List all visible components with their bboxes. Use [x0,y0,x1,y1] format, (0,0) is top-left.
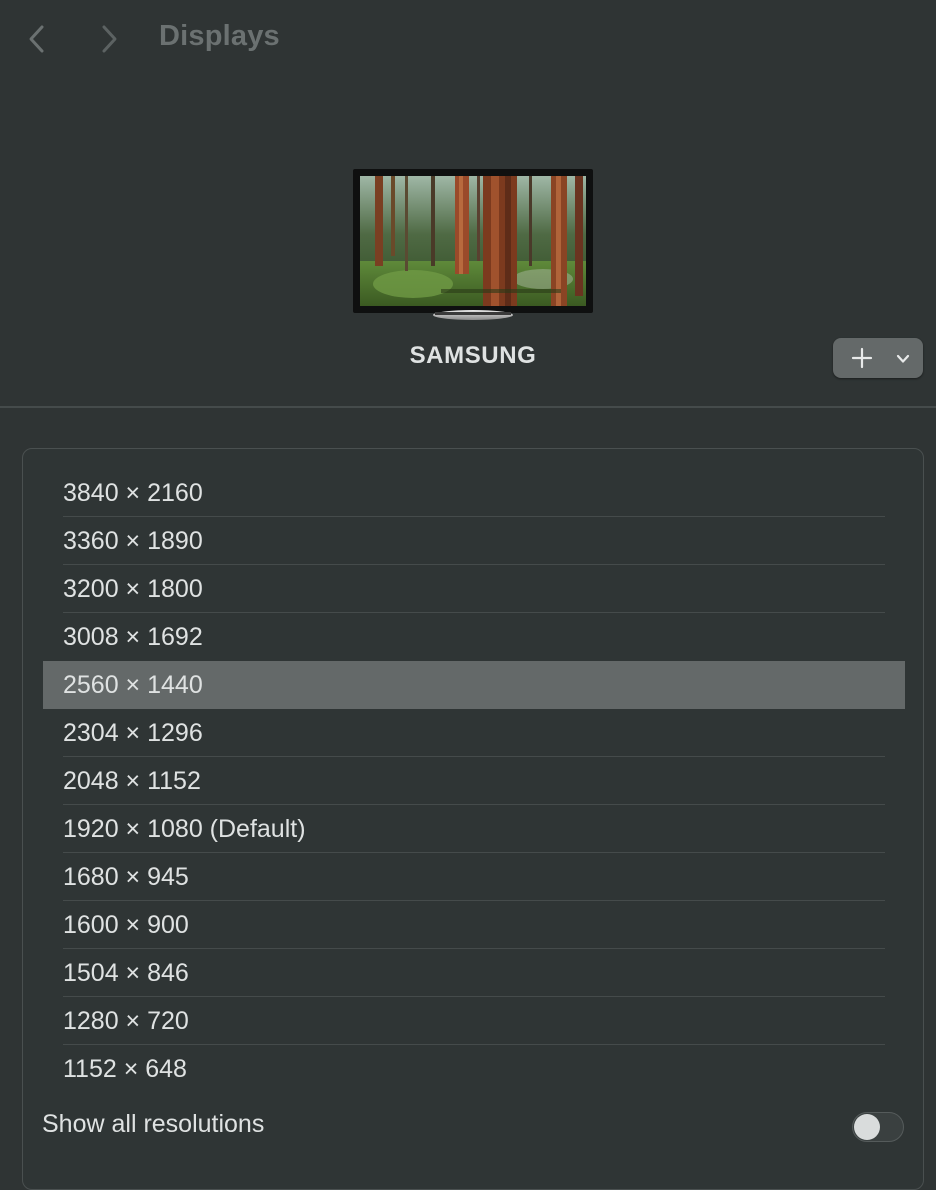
monitor-name: SAMSUNG [409,342,537,369]
resolution-list: 3840 × 2160 3360 × 1890 3200 × 1800 3008… [43,469,905,1093]
resolution-option[interactable]: 3008 × 1692 [43,613,905,661]
forward-button[interactable] [92,22,126,56]
resolution-option[interactable]: 2048 × 1152 [43,757,905,805]
plus-icon [851,347,873,369]
resolution-option[interactable]: 3200 × 1800 [43,565,905,613]
chevron-left-icon [29,25,44,53]
divider [0,406,936,408]
chevron-right-icon [102,25,117,53]
resolution-panel: 3840 × 2160 3360 × 1890 3200 × 1800 3008… [22,448,924,1190]
resolution-option[interactable]: 3360 × 1890 [43,517,905,565]
show-all-resolutions-toggle[interactable] [852,1112,904,1142]
resolution-option[interactable]: 1280 × 720 [43,997,905,1045]
show-all-resolutions-label: Show all resolutions [42,1110,265,1138]
chevron-down-icon [896,354,910,363]
resolution-option[interactable]: 3840 × 2160 [43,469,905,517]
display-arrangement: SAMSUNG [0,80,936,406]
resolution-option[interactable]: 1152 × 648 [43,1045,905,1093]
resolution-option[interactable]: 2304 × 1296 [43,709,905,757]
monitor-image [353,169,593,320]
toggle-knob [854,1114,880,1140]
add-display-button[interactable] [833,338,923,378]
resolution-option[interactable]: 1920 × 1080 (Default) [43,805,905,853]
toolbar: Displays [0,0,936,80]
back-button[interactable] [20,22,54,56]
page-title: Displays [159,20,280,52]
resolution-option-selected[interactable]: 2560 × 1440 [43,661,905,709]
monitor-thumbnail[interactable] [353,169,593,320]
resolution-option[interactable]: 1504 × 846 [43,949,905,997]
resolution-option[interactable]: 1600 × 900 [43,901,905,949]
resolution-option[interactable]: 1680 × 945 [43,853,905,901]
